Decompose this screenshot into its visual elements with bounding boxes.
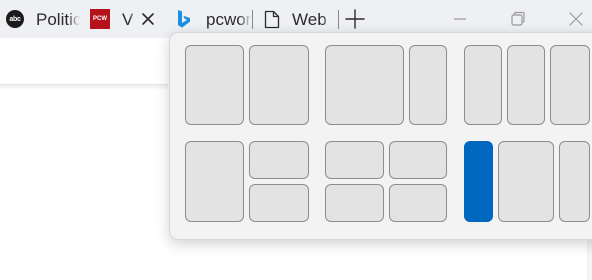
snap-zone-top-right[interactable] [249, 141, 309, 179]
snap-zone-top-right[interactable] [389, 141, 447, 179]
snap-zone-top-left[interactable] [325, 141, 384, 179]
restore-icon[interactable] [508, 9, 528, 29]
tab-label: V [122, 10, 134, 29]
tab-pcworld-active[interactable]: PCW V [82, 0, 170, 38]
snap-zone-left-half[interactable] [185, 141, 244, 222]
snap-zone-left-narrow-selected[interactable] [464, 141, 493, 222]
document-icon [264, 10, 280, 29]
bing-favicon-icon [178, 10, 190, 28]
snap-zone-column-right[interactable] [550, 45, 590, 125]
snap-zone-right-half[interactable] [249, 45, 309, 125]
tab-politico[interactable]: abc Politico [0, 0, 82, 38]
snap-layouts-flyout [169, 32, 592, 240]
minimize-icon[interactable] [450, 9, 470, 29]
snap-zone-bottom-right[interactable] [249, 184, 309, 222]
snap-zone-column-left[interactable] [464, 45, 502, 125]
tab-divider [338, 10, 339, 29]
snap-zone-wide-left[interactable] [325, 45, 404, 125]
close-tab-icon[interactable] [138, 9, 158, 29]
snap-zone-bottom-left[interactable] [325, 184, 384, 222]
new-tab-plus-icon[interactable] [344, 8, 366, 30]
tab-label: pcworld [206, 10, 252, 29]
snap-zone-right-narrow[interactable] [559, 141, 590, 222]
tab-label: Politico [36, 10, 80, 29]
snap-zone-center-wide[interactable] [498, 141, 554, 222]
abc-news-favicon-icon: abc [6, 10, 24, 28]
snap-zone-left-half[interactable] [185, 45, 244, 125]
browser-window: abc Politico PCW V pcworld Web [0, 0, 592, 280]
tab-label: Web [292, 10, 327, 29]
pcworld-favicon-icon: PCW [90, 9, 110, 29]
snap-zone-bottom-right[interactable] [389, 184, 447, 222]
snap-zone-column-middle[interactable] [507, 45, 545, 125]
snap-zone-narrow-right[interactable] [409, 45, 447, 125]
toolbar-shadow [0, 85, 168, 90]
window-close-icon[interactable] [566, 9, 586, 29]
